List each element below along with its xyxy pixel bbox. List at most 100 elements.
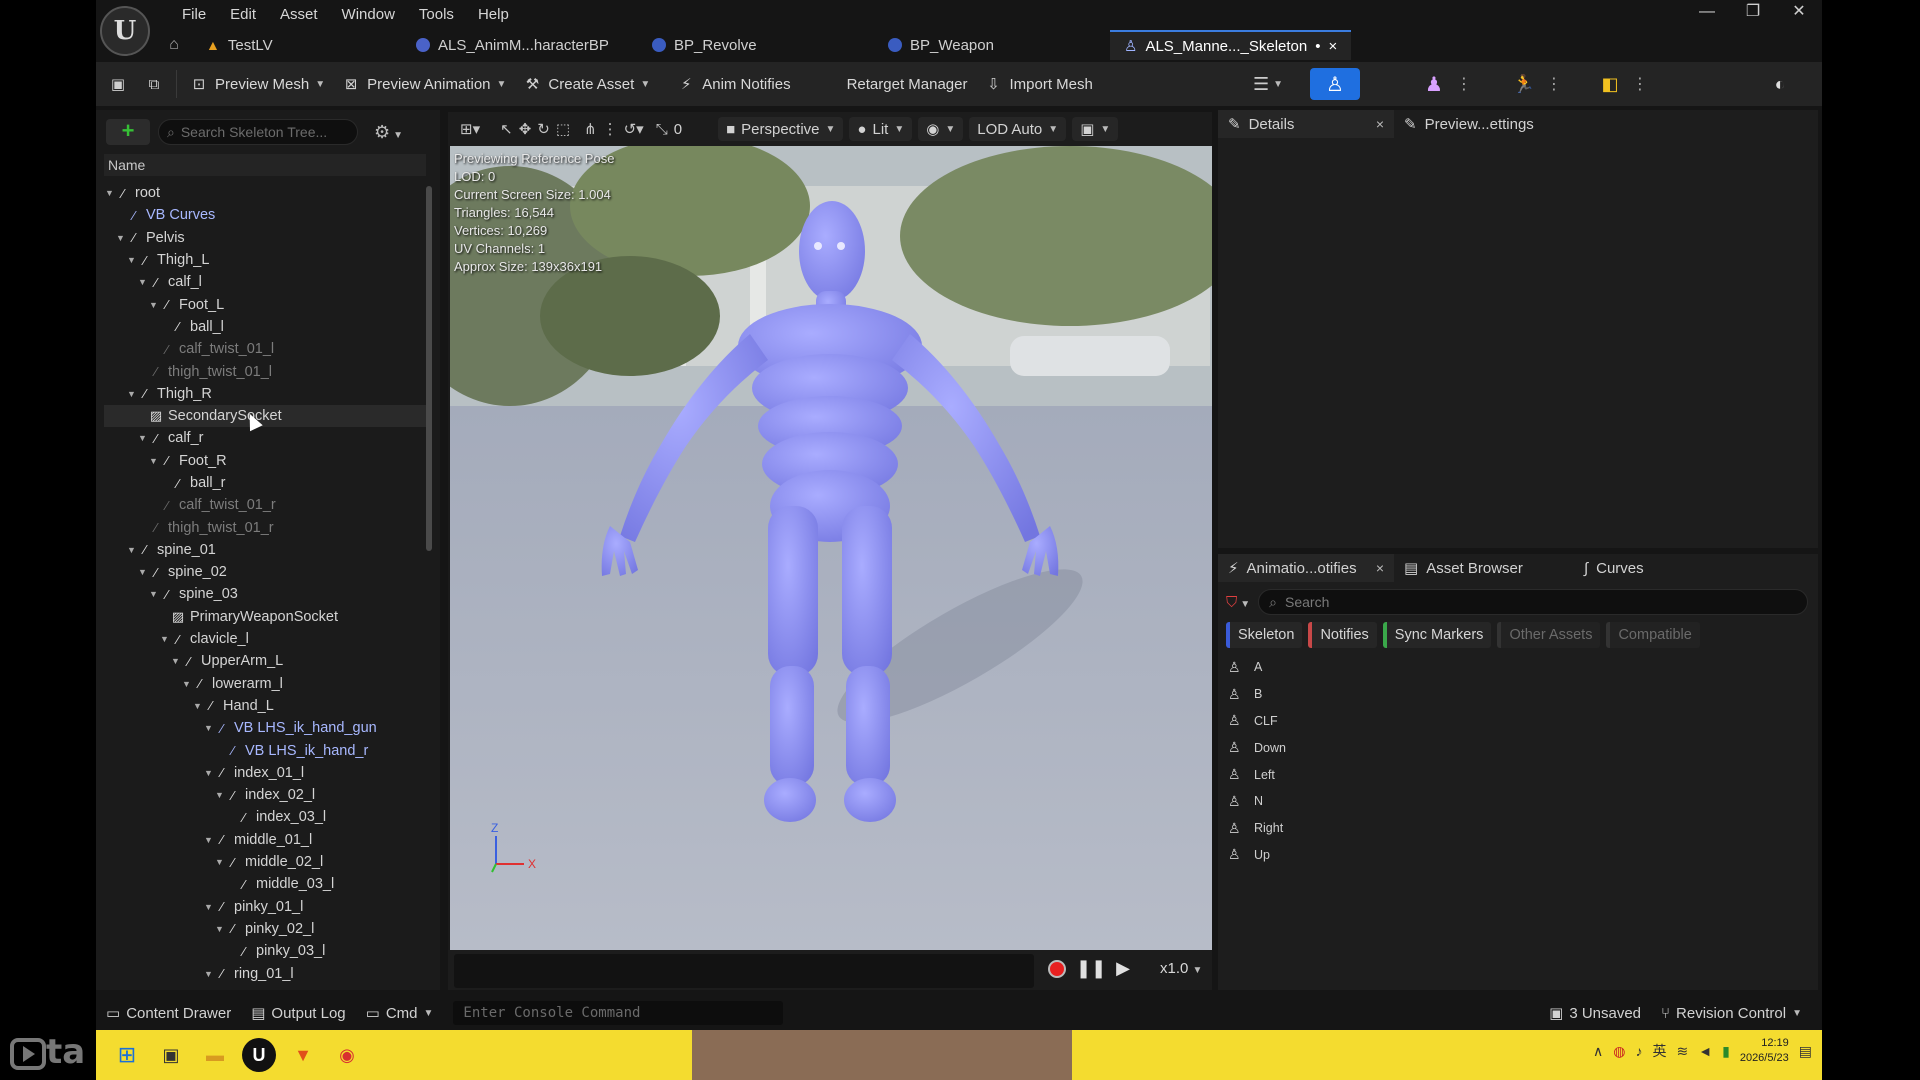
notification-icon[interactable]: ▤	[1799, 1043, 1812, 1060]
tree-node[interactable]: ▼ ⁄ spine_03	[104, 583, 426, 605]
tree-node[interactable]: ▼ ⁄ ring_01_l	[104, 962, 426, 984]
file-explorer-icon[interactable]: ▬	[198, 1038, 232, 1072]
brave-browser-icon[interactable]: ▼	[286, 1038, 320, 1072]
antivirus-icon[interactable]: ◍	[1613, 1043, 1625, 1060]
tree-node[interactable]: ▨ SecondarySocket	[104, 404, 426, 428]
home-icon[interactable]: ⌂	[156, 30, 192, 60]
tree-node[interactable]: ⁄ ball_l	[104, 316, 426, 338]
expand-arrow-icon[interactable]: ▼	[148, 300, 159, 310]
expand-arrow-icon[interactable]: ▼	[203, 723, 214, 733]
notifies-search-input[interactable]: ⌕ Search	[1258, 589, 1808, 615]
notify-list-item[interactable]: ♙ Right	[1222, 815, 1812, 842]
preview-animation-button[interactable]: ⊠ Preview Animation ▼	[333, 68, 514, 100]
tree-node[interactable]: ▼ ⁄ Thigh_R	[104, 383, 426, 405]
tree-node[interactable]: ▼ ⁄ middle_01_l	[104, 829, 426, 851]
retarget-manager-button[interactable]: Retarget Manager	[839, 68, 976, 100]
tree-node[interactable]: ⁄ thigh_twist_01_r	[104, 516, 426, 538]
lit-dropdown[interactable]: ● Lit ▼	[849, 117, 913, 141]
menu-tools[interactable]: Tools	[407, 3, 466, 25]
hamburger-menu-button[interactable]: ☰ ▼	[1248, 68, 1288, 100]
notify-list-item[interactable]: ♙ Down	[1222, 734, 1812, 761]
expand-arrow-icon[interactable]: ▼	[148, 456, 159, 466]
layout-dropdown[interactable]: ▣ ▼	[1072, 117, 1119, 141]
tab-curves[interactable]: ∫ Curves	[1574, 554, 1654, 582]
save-button[interactable]: ▣	[100, 68, 136, 100]
playback-speed[interactable]: x1.0 ▼	[1160, 960, 1202, 977]
expand-arrow-icon[interactable]: ▼	[181, 679, 192, 689]
rotate-tool-icon[interactable]: ↻	[537, 120, 550, 138]
tree-node[interactable]: ▼ ⁄ calf_r	[104, 427, 426, 449]
tree-node[interactable]: ⁄ pinky_03_l	[104, 940, 426, 962]
play-icon[interactable]: ▶	[1116, 958, 1130, 979]
close-window-button[interactable]: ✕	[1776, 0, 1822, 26]
more-options-icon[interactable]: ⋮	[1546, 68, 1562, 100]
tree-node[interactable]: ⁄ VB Curves	[104, 204, 426, 226]
expand-arrow-icon[interactable]: ▼	[159, 634, 170, 644]
tab-anim-bp[interactable]: ALS_AnimM...haracterBP	[402, 30, 638, 60]
expand-arrow-icon[interactable]: ▼	[126, 545, 137, 555]
surface-snap-icon[interactable]: ⋔	[584, 120, 597, 138]
snap-value[interactable]: 0	[674, 121, 682, 138]
expand-arrow-icon[interactable]: ▼	[214, 924, 225, 934]
expand-arrow-icon[interactable]: ▼	[214, 790, 225, 800]
tab-anim-notifies[interactable]: ⚡ Animatio...otifies ×	[1218, 554, 1394, 582]
skeleton-search-input[interactable]: ⌕ Search Skeleton Tree...	[158, 119, 358, 145]
notify-list-item[interactable]: ♙ N	[1222, 788, 1812, 815]
lod-dropdown[interactable]: LOD Auto ▼	[969, 117, 1067, 141]
task-view-icon[interactable]: ▣	[154, 1038, 188, 1072]
battery-icon[interactable]: ▮	[1722, 1043, 1730, 1060]
tab-bp-weapon[interactable]: BP_Weapon	[874, 30, 1110, 60]
notify-list-item[interactable]: ♙ A	[1222, 654, 1812, 681]
tree-node[interactable]: ▼ ⁄ index_02_l	[104, 784, 426, 806]
filter-sync-markers[interactable]: Sync Markers	[1382, 622, 1492, 648]
viewport-scene[interactable]: Z X Previewing Reference Pose LOD: 0 Curre…	[450, 146, 1212, 950]
menu-window[interactable]: Window	[330, 3, 407, 25]
expand-arrow-icon[interactable]: ▼	[126, 255, 137, 265]
close-tab-icon[interactable]: ×	[1329, 38, 1338, 55]
more-options-icon[interactable]: ⋮	[603, 120, 618, 138]
tree-node[interactable]: ▨ PrimaryWeaponSocket	[104, 606, 426, 628]
expand-arrow-icon[interactable]: ▼	[115, 233, 126, 243]
viewport-options-icon[interactable]: ⊞▾	[460, 120, 480, 138]
expand-arrow-icon[interactable]: ▼	[203, 768, 214, 778]
tab-asset-browser[interactable]: ▤ Asset Browser	[1394, 554, 1574, 582]
preview-mesh-button[interactable]: ⊡ Preview Mesh ▼	[181, 68, 333, 100]
filter-other-assets[interactable]: Other Assets	[1497, 622, 1601, 648]
expand-arrow-icon[interactable]: ▼	[104, 188, 115, 198]
tree-node[interactable]: ▼ ⁄ Hand_L	[104, 695, 426, 717]
output-log-button[interactable]: ▤ Output Log	[241, 1004, 355, 1023]
tree-node[interactable]: ⁄ index_03_l	[104, 806, 426, 828]
ime-indicator[interactable]: 英	[1653, 1041, 1667, 1061]
tree-node[interactable]: ▼ ⁄ Thigh_L	[104, 249, 426, 271]
unreal-engine-taskbar-icon[interactable]: U	[242, 1038, 276, 1072]
tree-node[interactable]: ⁄ thigh_twist_01_l	[104, 360, 426, 382]
import-mesh-button[interactable]: ⇩ Import Mesh	[975, 68, 1100, 100]
expand-arrow-icon[interactable]: ▼	[137, 433, 148, 443]
expand-arrow-icon[interactable]: ▼	[192, 701, 203, 711]
tab-project[interactable]: ▲ TestLV	[192, 30, 402, 60]
timeline-track[interactable]	[454, 954, 1034, 988]
expand-arrow-icon[interactable]: ▼	[126, 389, 137, 399]
revision-control-button[interactable]: ⑂ Revision Control ▼	[1651, 1005, 1812, 1022]
anim-notifies-button[interactable]: ⚡ Anim Notifies	[668, 68, 798, 100]
tree-node[interactable]: ▼ ⁄ Foot_L	[104, 293, 426, 315]
column-header-name[interactable]: Name	[104, 154, 426, 176]
scale-tool-icon[interactable]: ⬚	[556, 120, 570, 138]
content-drawer-button[interactable]: ▭ Content Drawer	[96, 1004, 241, 1023]
tree-node[interactable]: ▼ ⁄ Pelvis	[104, 227, 426, 249]
tree-node[interactable]: ▼ ⁄ spine_02	[104, 561, 426, 583]
menu-edit[interactable]: Edit	[218, 3, 268, 25]
more-options-icon[interactable]: ⋮	[1632, 68, 1648, 100]
tree-node[interactable]: ▼ ⁄ pinky_02_l	[104, 918, 426, 940]
tree-node[interactable]: ⁄ calf_twist_01_l	[104, 338, 426, 360]
notify-list-item[interactable]: ♙ Left	[1222, 761, 1812, 788]
show-dropdown[interactable]: ◉ ▼	[918, 117, 964, 141]
filter-icon[interactable]: ⛉ ▼	[1226, 594, 1250, 611]
volume-icon[interactable]: ◄	[1698, 1043, 1712, 1059]
pause-icon[interactable]: ❚❚	[1076, 958, 1106, 979]
clock[interactable]: 12:19 2026/5/23	[1740, 1036, 1789, 1066]
tree-node[interactable]: ▼ ⁄ Foot_R	[104, 450, 426, 472]
close-icon[interactable]: ×	[1376, 116, 1384, 132]
mesh-mode-button[interactable]: ♟	[1414, 68, 1454, 100]
tree-node[interactable]: ▼ ⁄ root	[104, 182, 426, 204]
